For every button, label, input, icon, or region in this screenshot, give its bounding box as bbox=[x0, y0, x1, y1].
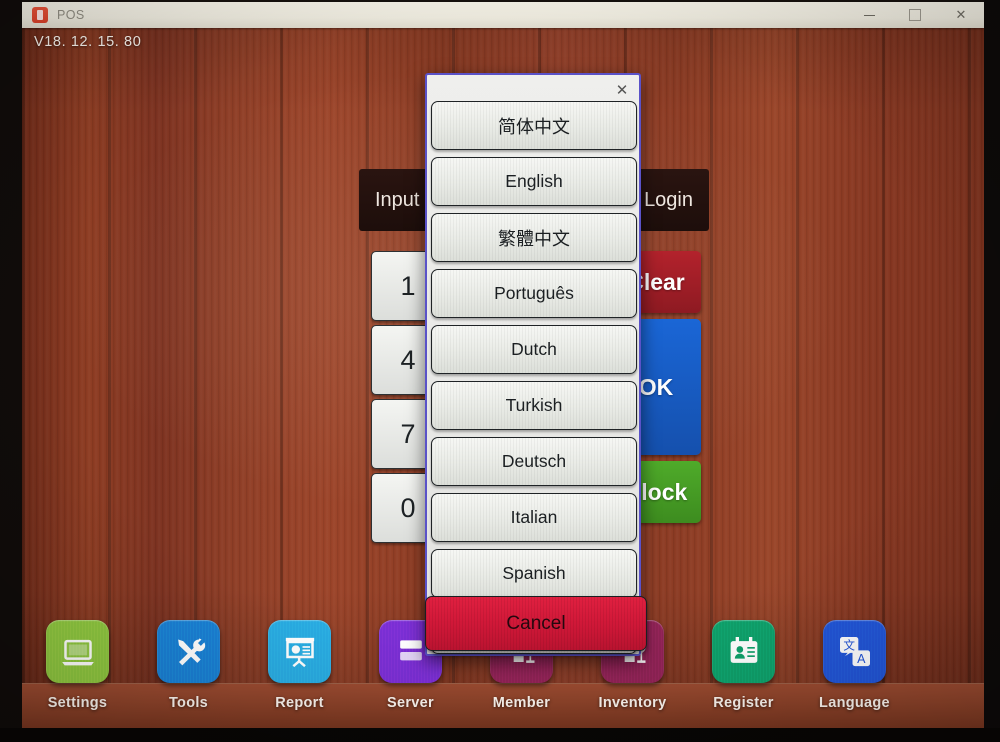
dock-label: Register bbox=[713, 695, 774, 711]
screen-bezel-right bbox=[984, 0, 1000, 742]
dock-label: Tools bbox=[168, 695, 209, 711]
dock-label: Settings bbox=[47, 695, 108, 711]
language-selection-dialog: ✕ 简体中文 English 繁體中文 Português Dutch Turk… bbox=[425, 73, 647, 656]
svg-text:文: 文 bbox=[843, 638, 855, 652]
language-list: 简体中文 English 繁體中文 Português Dutch Turkis… bbox=[429, 101, 639, 661]
desktop-background: V18. 12. 15. 80 Input Login 1 2 3 4 5 6 … bbox=[22, 28, 984, 728]
window-controls: ✕ bbox=[846, 2, 984, 28]
window-title: POS bbox=[57, 8, 85, 22]
window-title-bar: POS ✕ bbox=[22, 2, 984, 28]
screen-bezel-top bbox=[0, 0, 1000, 2]
language-option[interactable]: English bbox=[431, 157, 637, 206]
dock-label: Inventory bbox=[598, 695, 667, 711]
login-input-label: Input bbox=[375, 188, 420, 211]
presentation-icon bbox=[268, 620, 331, 683]
translate-icon: 文 A bbox=[823, 620, 886, 683]
language-option[interactable]: 繁體中文 bbox=[431, 213, 637, 262]
screenshot-root: POS ✕ V18. 12. 15. 80 Input Login 1 2 3 … bbox=[0, 0, 1000, 742]
screen-bezel-left bbox=[0, 0, 22, 742]
dock-item-register[interactable]: Register bbox=[688, 620, 799, 728]
tools-icon bbox=[157, 620, 220, 683]
language-option[interactable]: Turkish bbox=[431, 381, 637, 430]
language-option[interactable]: 简体中文 bbox=[431, 101, 637, 150]
maximize-icon[interactable] bbox=[892, 2, 938, 28]
dock-label: Report bbox=[275, 695, 324, 711]
close-icon[interactable]: ✕ bbox=[938, 2, 984, 28]
close-icon[interactable]: ✕ bbox=[611, 79, 633, 101]
dock-item-settings[interactable]: Settings bbox=[22, 620, 133, 728]
dock-label: Language bbox=[819, 695, 890, 711]
language-option[interactable]: Italian bbox=[431, 493, 637, 542]
id-card-icon bbox=[712, 620, 775, 683]
svg-text:A: A bbox=[857, 651, 866, 665]
cancel-button[interactable]: Cancel bbox=[425, 596, 647, 651]
dock-item-report[interactable]: Report bbox=[244, 620, 355, 728]
pos-app-icon bbox=[32, 7, 48, 23]
version-label: V18. 12. 15. 80 bbox=[34, 34, 142, 50]
language-option[interactable]: Português bbox=[431, 269, 637, 318]
login-button-label[interactable]: Login bbox=[644, 189, 693, 212]
language-option[interactable]: Deutsch bbox=[431, 437, 637, 486]
language-option[interactable]: Spanish bbox=[431, 549, 637, 598]
dock-label: Member bbox=[492, 695, 551, 711]
dock-item-language[interactable]: 文 A Language bbox=[799, 620, 910, 728]
dock-label: Server bbox=[387, 695, 434, 711]
dock-item-tools[interactable]: Tools bbox=[133, 620, 244, 728]
laptop-icon bbox=[46, 620, 109, 683]
screen-bezel-bottom bbox=[0, 728, 1000, 742]
language-option[interactable]: Dutch bbox=[431, 325, 637, 374]
minimize-icon[interactable] bbox=[846, 2, 892, 28]
